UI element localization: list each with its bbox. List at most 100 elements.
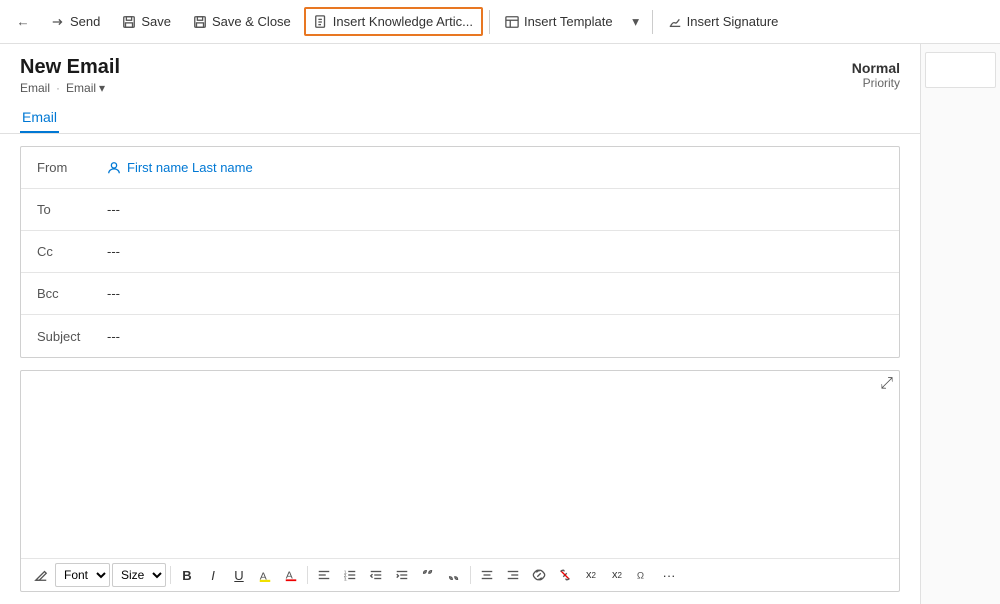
save-close-icon bbox=[193, 15, 207, 29]
sidebar-card-1 bbox=[925, 52, 996, 88]
eraser-icon bbox=[34, 568, 48, 582]
insert-link-button[interactable] bbox=[527, 563, 551, 587]
from-name: First name Last name bbox=[127, 160, 253, 175]
insert-template-dropdown-button[interactable]: ▾ bbox=[626, 8, 646, 36]
right-sidebar bbox=[920, 44, 1000, 604]
send-label: Send bbox=[70, 14, 100, 29]
italic-button[interactable]: I bbox=[201, 563, 225, 587]
ordered-list-icon: 1. 2. 3. bbox=[343, 568, 357, 582]
align-left-button[interactable] bbox=[312, 563, 336, 587]
save-close-label: Save & Close bbox=[212, 14, 291, 29]
bcc-field[interactable]: Bcc --- bbox=[21, 273, 899, 315]
insert-signature-icon bbox=[668, 15, 682, 29]
to-label: To bbox=[37, 202, 107, 217]
insert-template-label: Insert Template bbox=[524, 14, 613, 29]
indent-decrease-button[interactable] bbox=[364, 563, 388, 587]
to-field[interactable]: To --- bbox=[21, 189, 899, 231]
svg-text:3.: 3. bbox=[344, 576, 348, 581]
bold-label: B bbox=[182, 568, 191, 583]
insert-signature-button[interactable]: Insert Signature bbox=[659, 8, 788, 35]
save-button[interactable]: Save bbox=[113, 8, 180, 35]
align-center-icon bbox=[480, 568, 494, 582]
superscript-button[interactable]: x2 bbox=[579, 563, 603, 587]
special-chars-button[interactable]: Ω bbox=[631, 563, 655, 587]
user-icon bbox=[107, 161, 121, 175]
insert-template-icon bbox=[505, 15, 519, 29]
cc-value: --- bbox=[107, 244, 120, 259]
main-area: New Email Email · Email ▾ Normal Priorit… bbox=[0, 44, 920, 604]
align-center-button[interactable] bbox=[475, 563, 499, 587]
eraser-button[interactable] bbox=[29, 563, 53, 587]
priority-label: Normal bbox=[852, 60, 900, 76]
bcc-label: Bcc bbox=[37, 286, 107, 301]
font-color-button[interactable]: A bbox=[279, 563, 303, 587]
email-type-value: Email bbox=[66, 81, 96, 95]
toolbar-divider-1 bbox=[489, 10, 490, 34]
indent-increase-button[interactable] bbox=[390, 563, 414, 587]
subject-field[interactable]: Subject --- bbox=[21, 315, 899, 357]
editor-divider-3 bbox=[470, 566, 471, 584]
insert-article-button[interactable]: Insert Knowledge Artic... bbox=[304, 7, 483, 36]
editor-divider-1 bbox=[170, 566, 171, 584]
editor-body[interactable] bbox=[21, 397, 899, 558]
main-toolbar: ← Send Save Save & Close Insert Knowled bbox=[0, 0, 1000, 44]
highlight-icon: A bbox=[258, 568, 272, 582]
save-close-button[interactable]: Save & Close bbox=[184, 8, 300, 35]
unquote-icon bbox=[447, 568, 461, 582]
save-label: Save bbox=[141, 14, 171, 29]
subject-label: Subject bbox=[37, 329, 107, 344]
back-icon: ← bbox=[16, 14, 29, 29]
align-left-icon bbox=[317, 568, 331, 582]
bcc-value: --- bbox=[107, 286, 120, 301]
tab-bar: Email bbox=[0, 95, 920, 134]
email-header: New Email Email · Email ▾ Normal Priorit… bbox=[0, 44, 920, 95]
unquote-button[interactable] bbox=[442, 563, 466, 587]
blockquote-button[interactable] bbox=[416, 563, 440, 587]
font-select[interactable]: Font bbox=[55, 563, 110, 587]
indent-increase-icon bbox=[395, 568, 409, 582]
highlight-button[interactable]: A bbox=[253, 563, 277, 587]
email-type-dropdown-button[interactable]: Email ▾ bbox=[66, 81, 105, 95]
more-options-button[interactable]: ··· bbox=[657, 563, 681, 587]
to-value: --- bbox=[107, 202, 120, 217]
toolbar-divider-2 bbox=[652, 10, 653, 34]
insert-article-label: Insert Knowledge Artic... bbox=[333, 14, 473, 29]
special-chars-icon: Ω bbox=[636, 568, 650, 582]
unlink-icon bbox=[558, 568, 572, 582]
cc-field[interactable]: Cc --- bbox=[21, 231, 899, 273]
indent-decrease-icon bbox=[369, 568, 383, 582]
blockquote-icon bbox=[421, 568, 435, 582]
page-title: New Email bbox=[20, 56, 120, 79]
back-button[interactable]: ← bbox=[8, 7, 38, 37]
remove-link-button[interactable] bbox=[553, 563, 577, 587]
send-button[interactable]: Send bbox=[42, 8, 109, 35]
from-value[interactable]: First name Last name bbox=[107, 160, 253, 175]
align-right-icon bbox=[506, 568, 520, 582]
tab-email[interactable]: Email bbox=[20, 103, 59, 133]
email-type-label: Email bbox=[20, 81, 50, 95]
link-icon bbox=[532, 568, 546, 582]
from-label: From bbox=[37, 160, 107, 175]
expand-icon: ⤢ bbox=[880, 375, 893, 392]
subtitle-dot: · bbox=[56, 81, 60, 95]
svg-text:Ω: Ω bbox=[637, 571, 644, 582]
more-options-icon: ··· bbox=[663, 568, 676, 583]
tab-email-label: Email bbox=[22, 109, 57, 125]
email-editor: ⤢ Font Size bbox=[20, 370, 900, 592]
bold-button[interactable]: B bbox=[175, 563, 199, 587]
align-right-button[interactable] bbox=[501, 563, 525, 587]
editor-toolbar: Font Size B I U bbox=[21, 558, 899, 591]
editor-divider-2 bbox=[307, 566, 308, 584]
italic-label: I bbox=[211, 568, 215, 583]
insert-template-button[interactable]: Insert Template bbox=[496, 8, 622, 35]
send-icon bbox=[51, 15, 65, 29]
font-color-icon: A bbox=[284, 568, 298, 582]
expand-button[interactable]: ⤢ bbox=[880, 375, 893, 393]
insert-article-icon bbox=[314, 15, 328, 29]
ordered-list-button[interactable]: 1. 2. 3. bbox=[338, 563, 362, 587]
underline-label: U bbox=[234, 568, 243, 583]
underline-button[interactable]: U bbox=[227, 563, 251, 587]
size-select[interactable]: Size bbox=[112, 563, 166, 587]
save-icon bbox=[122, 15, 136, 29]
subscript-button[interactable]: x2 bbox=[605, 563, 629, 587]
